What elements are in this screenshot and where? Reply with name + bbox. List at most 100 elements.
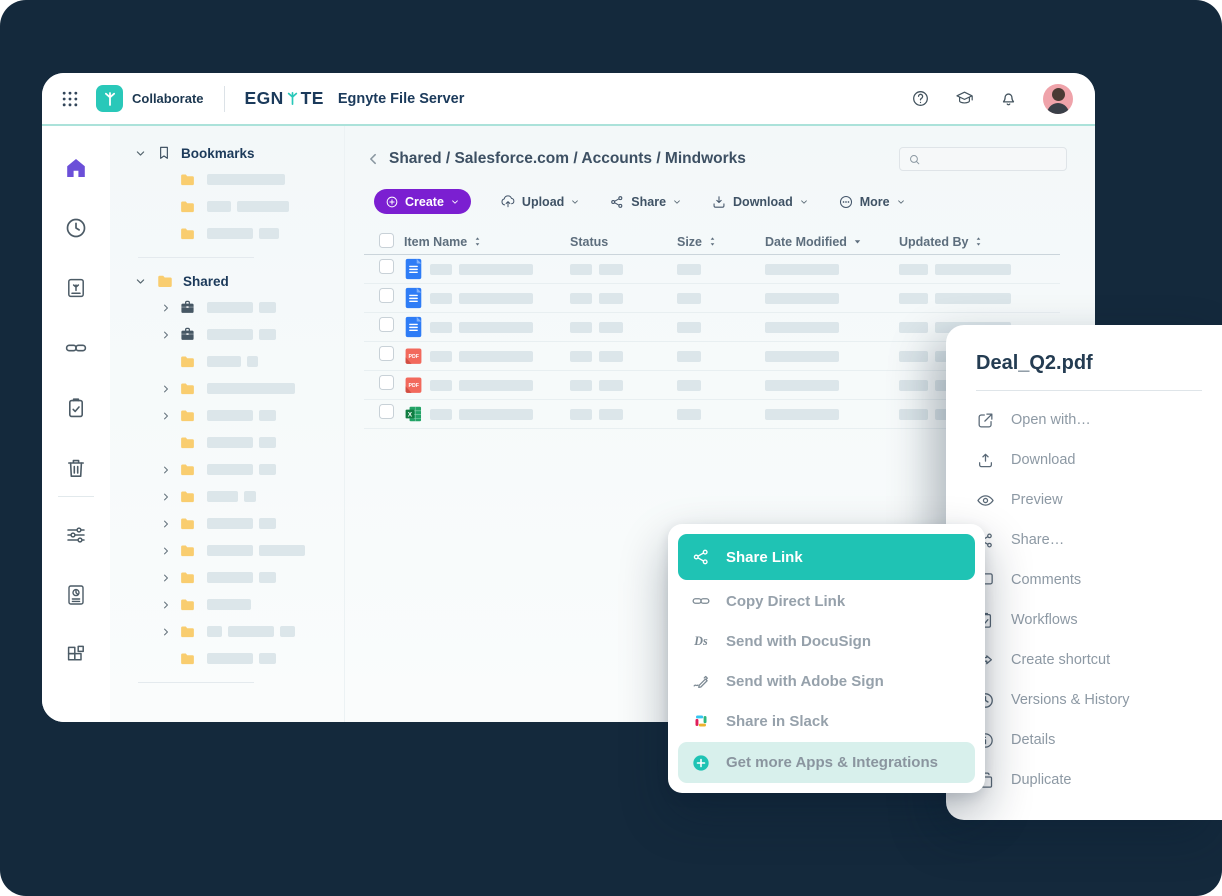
shared-folder-item[interactable] (110, 402, 344, 429)
top-bar-divider (224, 86, 225, 112)
row-checkbox[interactable] (379, 288, 394, 303)
skeleton-bar (570, 322, 592, 333)
column-header-size[interactable]: Size (677, 235, 765, 249)
panel-item-open-with-[interactable]: Open with… (976, 400, 1202, 440)
status-skeleton (570, 409, 677, 420)
bookmarks-items (110, 166, 344, 247)
rail-reports-icon[interactable] (64, 583, 88, 607)
panel-item-share-[interactable]: Share… (976, 520, 1202, 560)
waffle-menu-icon[interactable] (60, 89, 80, 109)
panel-item-workflows[interactable]: Workflows (976, 600, 1202, 640)
skeleton-bar (599, 293, 623, 304)
panel-item-preview[interactable]: Preview (976, 480, 1202, 520)
row-checkbox[interactable] (379, 317, 394, 332)
rail-tasks-icon[interactable] (64, 396, 88, 420)
chevron-right-icon[interactable] (160, 518, 172, 530)
rail-recents-icon[interactable] (64, 216, 88, 240)
shared-folder-item[interactable] (110, 564, 344, 591)
shared-folder-item[interactable] (110, 321, 344, 348)
shared-folder-item[interactable] (110, 456, 344, 483)
panel-item-create-shortcut[interactable]: Create shortcut (976, 640, 1202, 680)
row-checkbox[interactable] (379, 259, 394, 274)
shared-folder-item[interactable] (110, 645, 344, 672)
panel-item-duplicate[interactable]: Duplicate (976, 760, 1202, 800)
upload-button[interactable]: Upload (500, 194, 580, 210)
panel-item-details[interactable]: Details (976, 720, 1202, 760)
chevron-right-icon[interactable] (160, 302, 172, 314)
shared-folder-item[interactable] (110, 591, 344, 618)
table-row[interactable] (364, 255, 1060, 284)
shared-folder-item[interactable] (110, 618, 344, 645)
rail-trash-icon[interactable] (64, 456, 88, 480)
shared-folder-item[interactable] (110, 537, 344, 564)
chevron-right-icon[interactable] (160, 626, 172, 638)
chevron-right-icon[interactable] (160, 572, 172, 584)
column-header-status[interactable]: Status (570, 235, 677, 249)
search-box[interactable] (899, 147, 1067, 171)
search-input[interactable] (927, 151, 1058, 167)
modified-skeleton (765, 293, 899, 304)
notifications-icon[interactable] (999, 89, 1018, 108)
panel-item-download[interactable]: Download (976, 440, 1202, 480)
rail-settings-icon[interactable] (64, 523, 88, 547)
rail-shared-links-icon[interactable] (64, 336, 88, 360)
menu-item-share-in-slack[interactable]: Share in Slack (678, 701, 975, 741)
column-header-item-name[interactable]: Item Name (404, 235, 570, 249)
back-icon[interactable] (364, 150, 382, 168)
menu-item-send-with-docusign[interactable]: DsSend with DocuSign (678, 621, 975, 661)
menu-item-send-with-adobe-sign[interactable]: Send with Adobe Sign (678, 661, 975, 701)
chevron-right-icon[interactable] (160, 599, 172, 611)
table-row[interactable] (364, 284, 1060, 313)
rail-bookmarks-icon[interactable] (64, 276, 88, 300)
chevron-right-icon[interactable] (160, 545, 172, 557)
file-panel-divider (976, 390, 1202, 391)
rail-home-icon[interactable] (64, 156, 88, 180)
panel-item-versions-history[interactable]: Versions & History (976, 680, 1202, 720)
bookmarks-label: Bookmarks (181, 146, 255, 161)
chevron-right-icon[interactable] (160, 329, 172, 341)
shared-folder-item[interactable] (110, 429, 344, 456)
shared-folder-item[interactable] (110, 348, 344, 375)
svg-text:X: X (408, 411, 413, 418)
app-switcher[interactable]: Collaborate (96, 85, 204, 112)
shared-folder-item[interactable] (110, 375, 344, 402)
skeleton-bar (459, 264, 533, 275)
menu-item-copy-direct-link[interactable]: Copy Direct Link (678, 581, 975, 621)
row-checkbox[interactable] (379, 375, 394, 390)
academy-icon[interactable] (955, 89, 974, 108)
menu-item-get-more-apps-integrations[interactable]: Get more Apps & Integrations (678, 742, 975, 783)
chevron-down-icon (134, 147, 147, 160)
bookmark-item[interactable] (110, 220, 344, 247)
bookmark-item[interactable] (110, 166, 344, 193)
chevron-right-icon[interactable] (160, 464, 172, 476)
skeleton-bar (207, 228, 253, 239)
bookmark-item[interactable] (110, 193, 344, 220)
shared-folder-item[interactable] (110, 510, 344, 537)
shared-folder-item[interactable] (110, 294, 344, 321)
skeleton-bar (570, 264, 592, 275)
help-icon[interactable] (911, 89, 930, 108)
rail-apps-icon[interactable] (64, 643, 88, 667)
panel-item-comments[interactable]: Comments (976, 560, 1202, 600)
shared-folder-item[interactable] (110, 483, 344, 510)
column-header-updated-by[interactable]: Updated By (899, 235, 1060, 249)
panel-item-label: Comments (1011, 572, 1081, 588)
chevron-right-icon[interactable] (160, 383, 172, 395)
select-all-checkbox[interactable] (379, 233, 394, 248)
column-header-date-modified[interactable]: Date Modified (765, 235, 899, 249)
more-button[interactable]: More (838, 194, 906, 210)
tree-section-bookmarks[interactable]: Bookmarks (110, 140, 344, 166)
chevron-right-icon[interactable] (160, 491, 172, 503)
chevron-right-icon[interactable] (160, 410, 172, 422)
create-button[interactable]: Create (374, 189, 471, 214)
share-button[interactable]: Share (609, 194, 682, 210)
menu-item-share-link[interactable]: Share Link (678, 534, 975, 580)
skeleton-bar (207, 302, 253, 313)
tree-section-shared[interactable]: Shared (110, 268, 344, 294)
avatar[interactable] (1043, 84, 1073, 114)
file-type-icon-gdoc (404, 287, 423, 309)
row-checkbox[interactable] (379, 404, 394, 419)
download-button[interactable]: Download (711, 194, 809, 210)
skeleton-bar (599, 351, 623, 362)
row-checkbox[interactable] (379, 346, 394, 361)
